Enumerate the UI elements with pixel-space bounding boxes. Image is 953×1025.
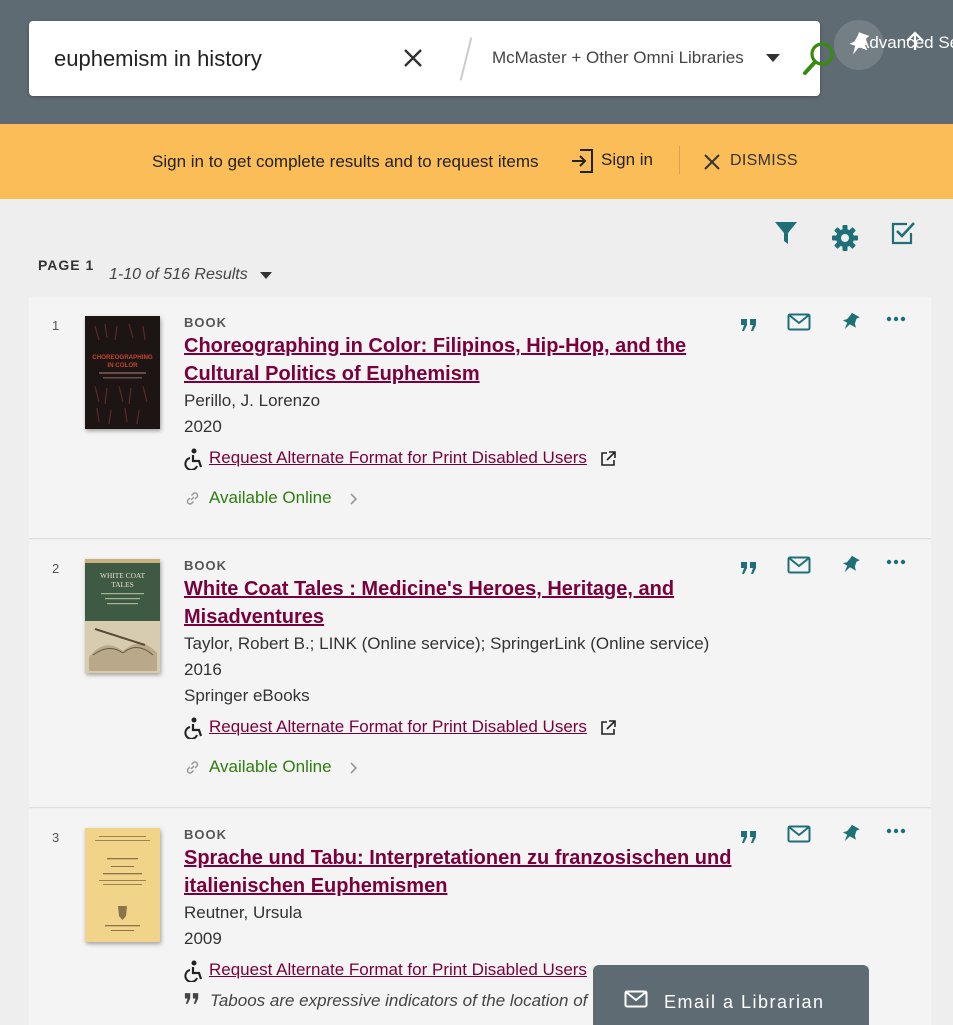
search-divider	[459, 37, 473, 81]
result-item: 1 CHOREOGRAPHING IN COLOR BOOK Choreogra…	[29, 297, 931, 539]
page-label: PAGE 1	[38, 257, 95, 273]
result-type: BOOK	[184, 827, 227, 842]
quote-icon[interactable]	[740, 318, 758, 332]
gear-icon[interactable]	[831, 224, 859, 252]
pin-icon[interactable]	[839, 311, 861, 333]
banner-message: Sign in to get complete results and to r…	[152, 152, 539, 171]
email-icon[interactable]	[787, 313, 811, 331]
book-cover[interactable]: WHITE COAT TALES	[85, 559, 160, 673]
result-title-link[interactable]: White Coat Tales : Medicine's Heroes, He…	[184, 575, 744, 631]
email-librarian-button[interactable]: Email a Librarian	[593, 965, 869, 1025]
email-librarian-label: Email a Librarian	[664, 992, 825, 1012]
more-icon[interactable]	[886, 316, 906, 322]
external-link-icon	[601, 451, 616, 466]
alt-format-label: Request Alternate Format for Print Disab…	[209, 448, 587, 467]
quote-icon[interactable]	[740, 830, 758, 844]
alt-format-label: Request Alternate Format for Print Disab…	[209, 960, 587, 979]
result-year: 2009	[184, 929, 222, 948]
quote-mark-icon	[184, 993, 199, 1004]
dismiss-label: DISMISS	[730, 152, 798, 169]
advanced-search-link[interactable]: Advanced Se	[858, 33, 953, 53]
cover-art: WHITE COAT TALES	[85, 559, 160, 673]
result-year: 2020	[184, 417, 222, 436]
search-scope-select[interactable]: McMaster + Other Omni Libraries	[492, 48, 744, 68]
result-type: BOOK	[184, 315, 227, 330]
result-number: 2	[52, 561, 60, 576]
accessibility-icon	[184, 960, 203, 982]
signin-banner: Sign in to get complete results and to r…	[0, 124, 953, 199]
accessibility-icon	[184, 448, 203, 470]
result-author: Perillo, J. Lorenzo	[184, 391, 321, 410]
book-cover[interactable]	[85, 828, 160, 942]
email-icon[interactable]	[787, 825, 811, 843]
close-icon	[704, 154, 720, 170]
more-icon[interactable]	[886, 828, 906, 834]
result-item: 2 WHITE COAT TALES BOOK White Coat Tales…	[29, 540, 931, 808]
result-title-link[interactable]: Sprache und Tabu: Interpretationen zu fr…	[184, 844, 754, 900]
cover-title: WHITE COAT	[100, 571, 145, 580]
book-cover[interactable]: CHOREOGRAPHING IN COLOR	[85, 316, 160, 429]
pin-icon[interactable]	[839, 554, 861, 576]
search-icon[interactable]	[802, 41, 836, 77]
result-author: Taylor, Robert B.; LINK (Online service)…	[184, 634, 710, 653]
search-header: McMaster + Other Omni Libraries Advanced…	[0, 0, 953, 124]
snippet-text: Taboos are expressive indicators of the …	[210, 991, 588, 1010]
email-icon	[624, 990, 648, 1008]
accessibility-icon	[184, 717, 203, 739]
cover-title-2: IN COLOR	[107, 362, 138, 369]
availability-label: Available Online	[209, 757, 332, 776]
result-publisher: Springer eBooks	[184, 686, 310, 705]
filter-icon[interactable]	[774, 220, 798, 246]
chevron-down-icon[interactable]	[260, 272, 272, 279]
email-icon[interactable]	[787, 556, 811, 574]
results-count[interactable]: 1-10 of 516 Results	[109, 266, 248, 284]
result-title-link[interactable]: Choreographing in Color: Filipinos, Hip-…	[184, 332, 744, 388]
alt-format-label: Request Alternate Format for Print Disab…	[209, 717, 587, 736]
result-number: 3	[52, 830, 60, 845]
sign-in-icon	[572, 149, 593, 173]
link-icon	[186, 761, 199, 774]
result-type: BOOK	[184, 558, 227, 573]
cover-art: CHOREOGRAPHING IN COLOR	[85, 316, 160, 429]
results-list: 1 CHOREOGRAPHING IN COLOR BOOK Choreogra…	[29, 297, 931, 1025]
pin-icon[interactable]	[839, 823, 861, 845]
chevron-down-icon[interactable]	[766, 54, 780, 62]
quote-icon[interactable]	[740, 561, 758, 575]
availability-label: Available Online	[209, 488, 332, 507]
chevron-right-icon	[350, 762, 358, 774]
banner-divider	[679, 146, 680, 174]
result-year: 2016	[184, 660, 222, 679]
sign-in-label: Sign in	[601, 150, 653, 169]
more-icon[interactable]	[886, 559, 906, 565]
search-input[interactable]	[54, 43, 394, 75]
cover-title-2: TALES	[111, 580, 133, 589]
search-box: McMaster + Other Omni Libraries	[29, 21, 834, 96]
cover-title: CHOREOGRAPHING	[92, 354, 153, 361]
link-icon	[186, 492, 199, 505]
external-link-icon	[601, 720, 616, 735]
checkbox-icon[interactable]	[890, 220, 916, 246]
result-author: Reutner, Ursula	[184, 903, 303, 922]
result-number: 1	[52, 318, 60, 333]
chevron-right-icon	[350, 493, 358, 505]
cover-art	[85, 828, 160, 942]
clear-icon[interactable]	[400, 45, 426, 71]
